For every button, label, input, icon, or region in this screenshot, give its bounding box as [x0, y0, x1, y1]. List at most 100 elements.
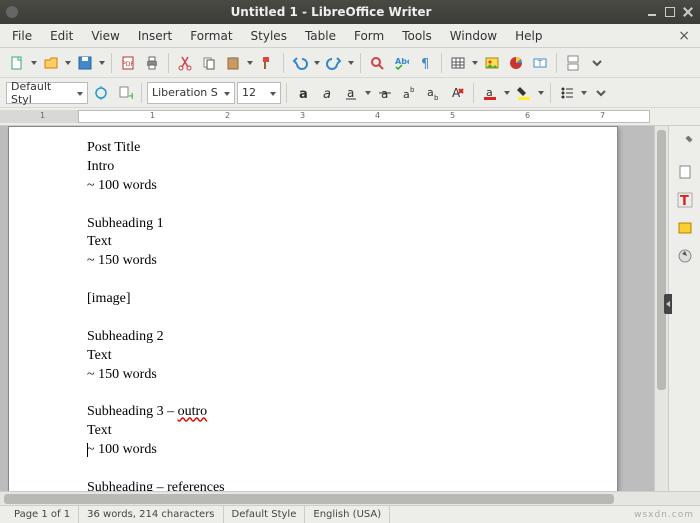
menu-file[interactable]: File	[4, 26, 40, 46]
status-language[interactable]: English (USA)	[305, 506, 390, 523]
redo-dropdown[interactable]	[347, 61, 355, 65]
text-line[interactable]: [image]	[87, 290, 539, 309]
menu-form[interactable]: Form	[346, 26, 392, 46]
text-line[interactable]: Intro	[87, 158, 539, 177]
formatting-marks-button[interactable]: ¶	[414, 52, 436, 74]
save-dropdown[interactable]	[98, 61, 106, 65]
status-page[interactable]: Page 1 of 1	[6, 506, 79, 523]
sidebar-properties-icon[interactable]	[673, 132, 697, 156]
paragraph-style-combo[interactable]: Default Styl	[6, 82, 88, 104]
new-dropdown[interactable]	[30, 61, 38, 65]
paste-button[interactable]	[222, 52, 244, 74]
status-word-count[interactable]: 36 words, 214 characters	[79, 506, 223, 523]
menu-view[interactable]: View	[83, 26, 127, 46]
text-line[interactable]: ~ 150 words	[87, 252, 539, 271]
text-line[interactable]: Subheading 1	[87, 215, 539, 234]
window-menu-icon[interactable]	[6, 6, 18, 18]
font-color-button[interactable]: a	[479, 82, 501, 104]
cut-button[interactable]	[174, 52, 196, 74]
highlight-button[interactable]	[513, 82, 535, 104]
bullets-dropdown[interactable]	[580, 91, 588, 95]
text-line[interactable]	[87, 385, 539, 404]
menu-help[interactable]: Help	[507, 26, 550, 46]
strikethrough-button[interactable]: a	[374, 82, 396, 104]
bullets-button[interactable]	[556, 82, 578, 104]
sidebar-styles-icon[interactable]: T	[673, 188, 697, 212]
new-style-button[interactable]: +	[114, 82, 136, 104]
text-line[interactable]	[87, 460, 539, 479]
horizontal-ruler[interactable]: 1 1 2 3 4 5 6 7	[0, 108, 700, 126]
text-line[interactable]: Post Title	[87, 139, 539, 158]
text-line[interactable]	[87, 196, 539, 215]
table-dropdown[interactable]	[471, 61, 479, 65]
clear-formatting-button[interactable]: A	[446, 82, 468, 104]
text-line[interactable]: ~ 100 words	[87, 177, 539, 196]
text-line[interactable]: ~ 150 words	[87, 366, 539, 385]
update-style-button[interactable]	[90, 82, 112, 104]
text-line[interactable]: Text	[87, 233, 539, 252]
font-color-dropdown[interactable]	[503, 91, 511, 95]
new-button[interactable]	[6, 52, 28, 74]
menu-edit[interactable]: Edit	[42, 26, 81, 46]
formatting-overflow-button[interactable]	[590, 82, 612, 104]
text-line[interactable]: Subheading – references	[87, 479, 539, 491]
sidebar-collapse-grip[interactable]	[664, 294, 672, 314]
clone-formatting-button[interactable]	[256, 52, 278, 74]
text-line[interactable]: Text	[87, 422, 539, 441]
menu-table[interactable]: Table	[297, 26, 344, 46]
open-dropdown[interactable]	[64, 61, 72, 65]
spellcheck-button[interactable]: Abc	[390, 52, 412, 74]
text-line[interactable]	[87, 271, 539, 290]
vertical-scrollbar[interactable]	[654, 126, 668, 491]
insert-page-break-button[interactable]	[562, 52, 584, 74]
status-page-style[interactable]: Default Style	[224, 506, 306, 523]
export-pdf-button[interactable]: PDF	[117, 52, 139, 74]
font-size-combo[interactable]: 12	[237, 82, 281, 104]
insert-table-button[interactable]	[447, 52, 469, 74]
document-page[interactable]: Post TitleIntro~ 100 words Subheading 1T…	[8, 126, 618, 491]
close-button[interactable]	[682, 6, 694, 18]
sidebar-navigator-icon[interactable]	[673, 244, 697, 268]
text-line[interactable]: Text	[87, 347, 539, 366]
paste-dropdown[interactable]	[246, 61, 254, 65]
text-line[interactable]: ~ 100 words	[87, 441, 539, 460]
superscript-button[interactable]: ab	[398, 82, 420, 104]
text-line[interactable]: Subheading 2	[87, 328, 539, 347]
insert-textbox-button[interactable]: T	[529, 52, 551, 74]
sidebar-gallery-icon[interactable]	[673, 216, 697, 240]
menu-tools[interactable]: Tools	[394, 26, 440, 46]
highlight-dropdown[interactable]	[537, 91, 545, 95]
save-button[interactable]	[74, 52, 96, 74]
minimize-button[interactable]	[646, 6, 658, 18]
subscript-button[interactable]: ab	[422, 82, 444, 104]
undo-dropdown[interactable]	[313, 61, 321, 65]
document-scroll-area[interactable]: Post TitleIntro~ 100 words Subheading 1T…	[0, 126, 654, 491]
font-name-combo[interactable]: Liberation S	[147, 82, 235, 104]
open-button[interactable]	[40, 52, 62, 74]
menu-format[interactable]: Format	[182, 26, 240, 46]
horizontal-scrollbar[interactable]	[0, 491, 700, 505]
menu-styles[interactable]: Styles	[243, 26, 295, 46]
vscroll-thumb[interactable]	[657, 130, 666, 390]
underline-dropdown[interactable]	[364, 91, 372, 95]
insert-chart-button[interactable]	[505, 52, 527, 74]
svg-text:b: b	[410, 86, 415, 94]
text-line[interactable]: Subheading 3 – outro	[87, 403, 539, 422]
text-line[interactable]	[87, 309, 539, 328]
menu-window[interactable]: Window	[442, 26, 505, 46]
find-button[interactable]	[366, 52, 388, 74]
toolbar-overflow-button[interactable]	[586, 52, 608, 74]
close-document-button[interactable]: ×	[672, 28, 696, 44]
bold-button[interactable]: a	[292, 82, 314, 104]
menu-insert[interactable]: Insert	[130, 26, 180, 46]
hscroll-thumb[interactable]	[4, 494, 614, 504]
sidebar-page-icon[interactable]	[673, 160, 697, 184]
copy-button[interactable]	[198, 52, 220, 74]
underline-button[interactable]: a	[340, 82, 362, 104]
italic-button[interactable]: a	[316, 82, 338, 104]
insert-image-button[interactable]	[481, 52, 503, 74]
undo-button[interactable]	[289, 52, 311, 74]
maximize-button[interactable]	[664, 6, 676, 18]
print-button[interactable]	[141, 52, 163, 74]
redo-button[interactable]	[323, 52, 345, 74]
